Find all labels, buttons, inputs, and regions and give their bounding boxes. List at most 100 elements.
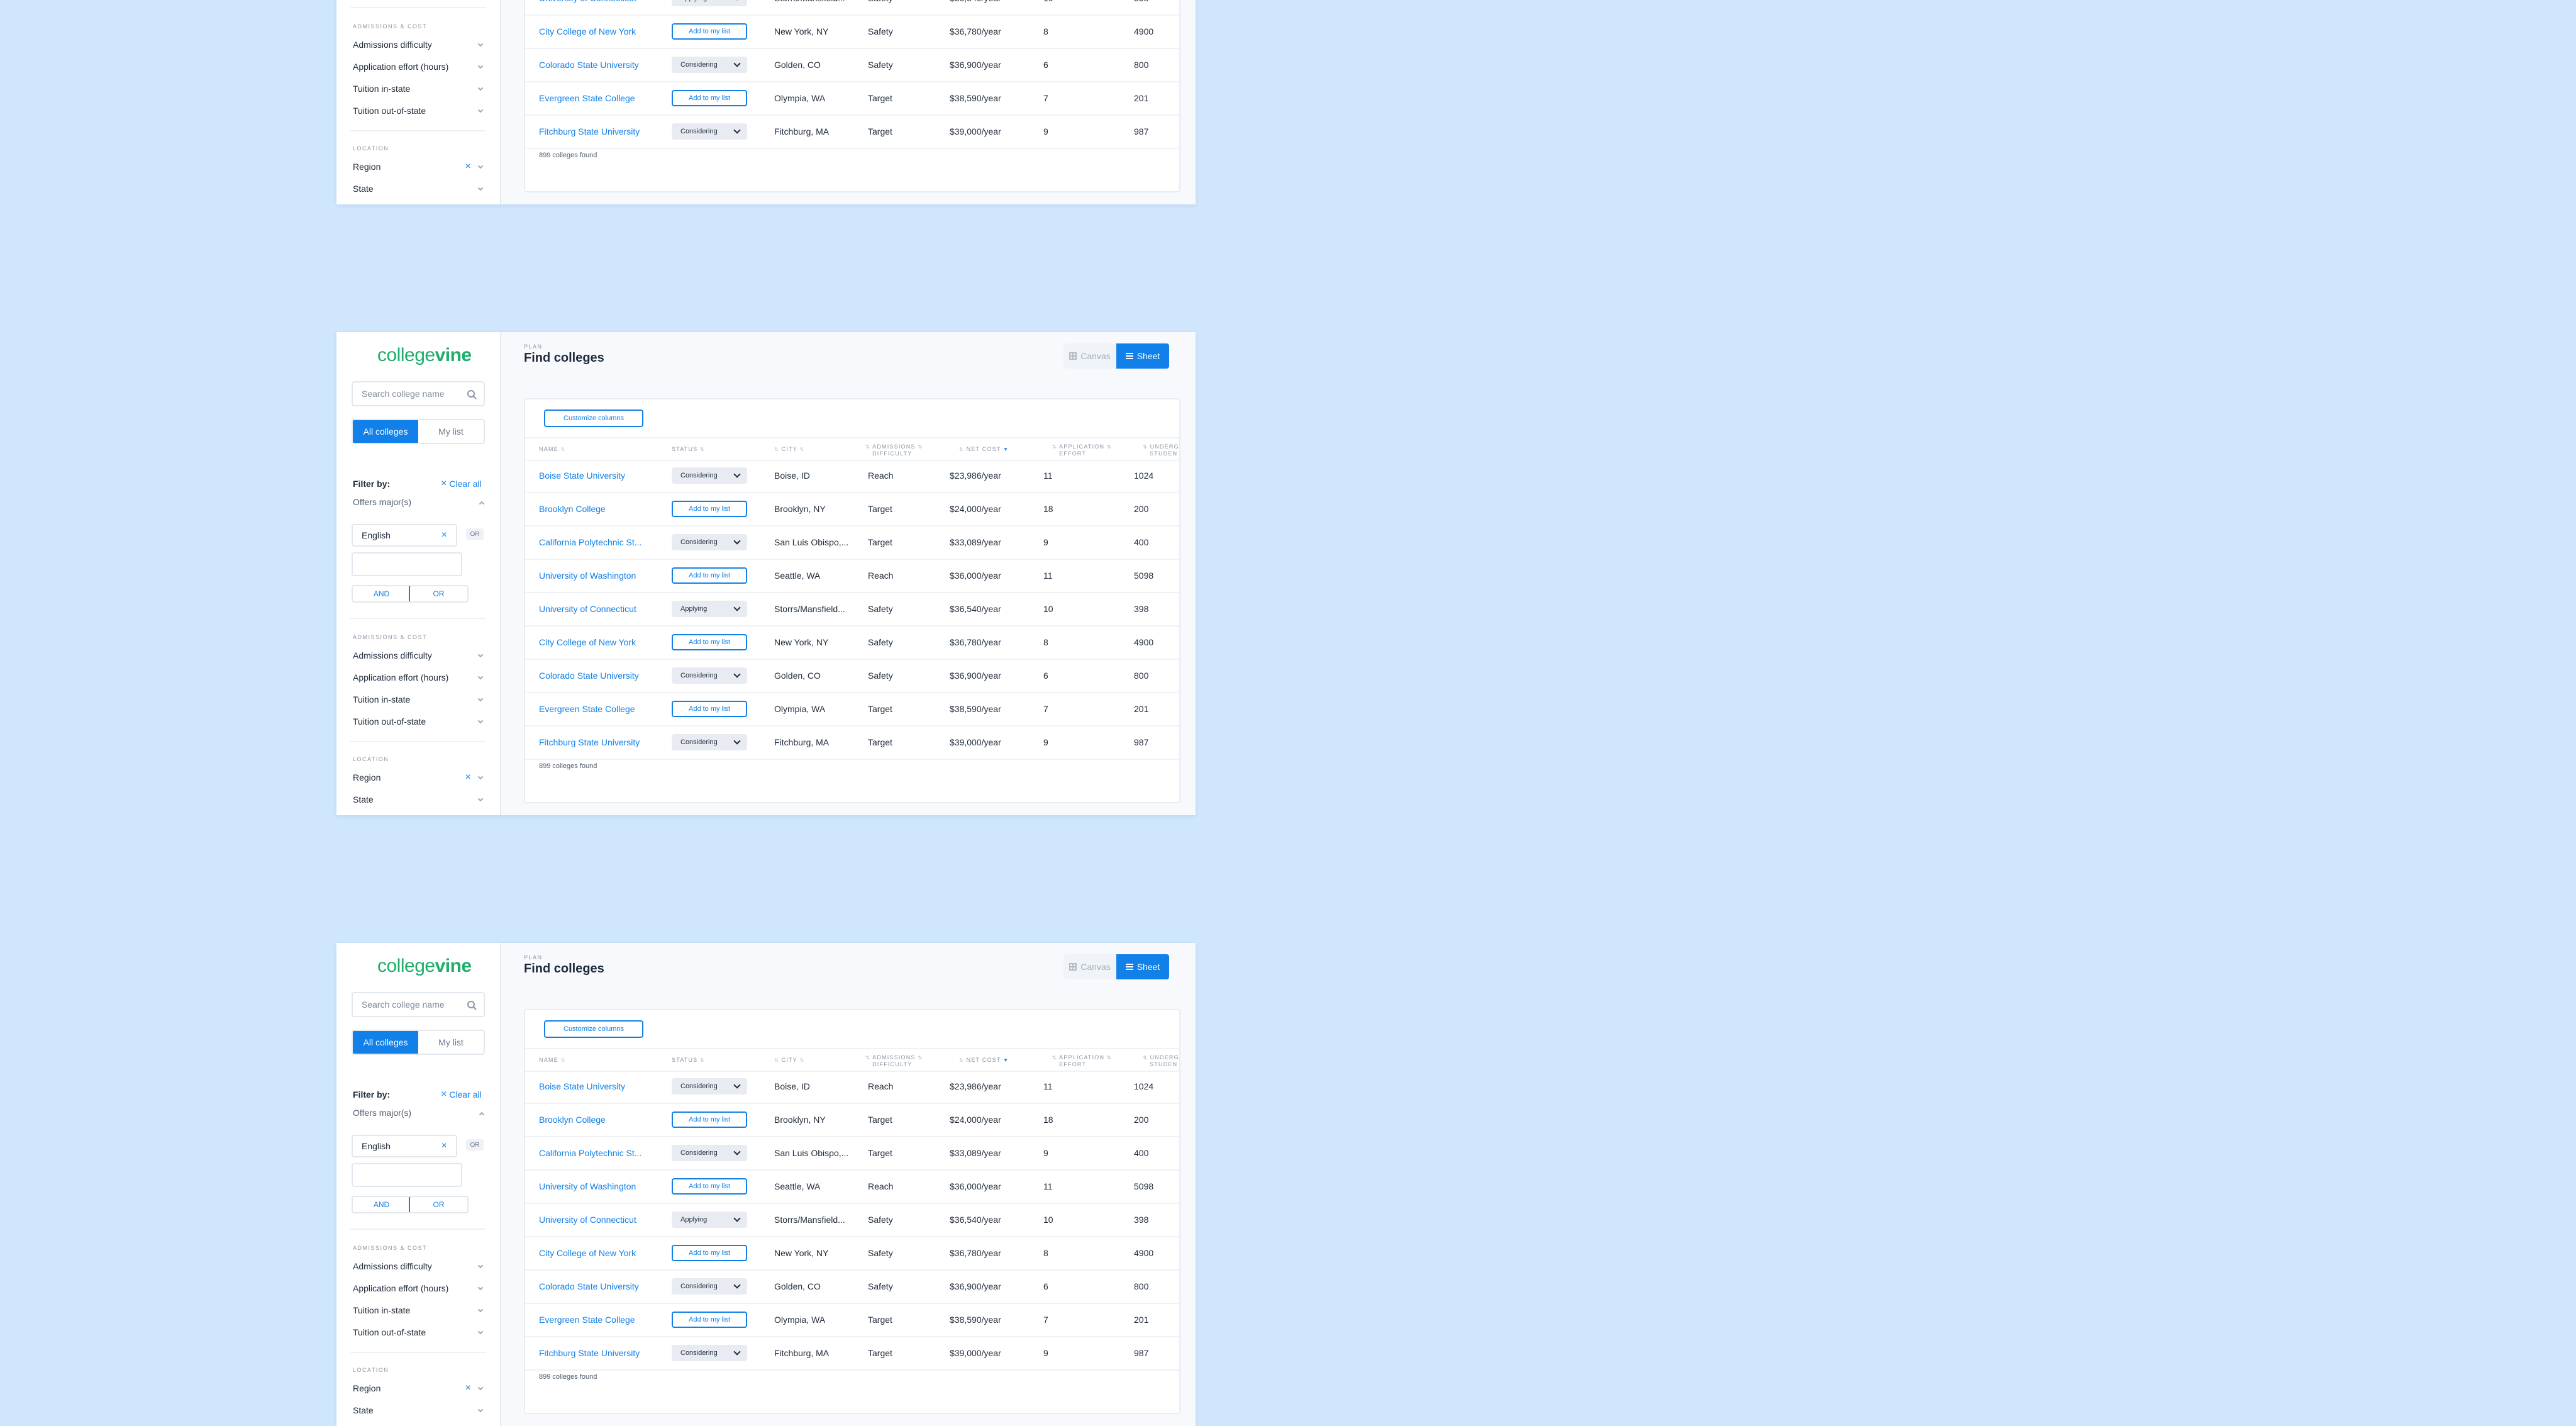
filter-admissions-difficulty[interactable]: Admissions difficulty	[353, 40, 485, 51]
status-control[interactable]: Considering	[672, 467, 747, 484]
status-control[interactable]: Add to my list	[672, 1178, 747, 1195]
remove-major-icon[interactable]: ×	[441, 1141, 447, 1151]
college-name-link[interactable]: Brooklyn College	[539, 1115, 606, 1125]
col-status[interactable]: STATUS ⇅	[672, 1057, 705, 1064]
tab-my-list[interactable]: My list	[418, 420, 484, 443]
status-control[interactable]: Considering	[672, 1345, 747, 1361]
college-name-link[interactable]: University of Washington	[539, 571, 636, 581]
sheet-view-button[interactable]: Sheet	[1116, 343, 1169, 369]
major-input[interactable]	[352, 552, 462, 576]
col-name[interactable]: NAME ⇅	[539, 1057, 565, 1064]
college-name-link[interactable]: City College of New York	[539, 26, 636, 36]
and-button[interactable]: AND	[353, 586, 410, 601]
college-name-link[interactable]: City College of New York	[539, 1248, 636, 1258]
offers-majors-filter[interactable]: Offers major(s)	[353, 497, 411, 507]
filter-tuition-in-state[interactable]: Tuition in-state	[353, 84, 485, 95]
or-button[interactable]: OR	[409, 586, 467, 601]
tab-all-colleges[interactable]: All colleges	[353, 420, 418, 443]
sheet-view-button[interactable]: Sheet	[1116, 954, 1169, 979]
col-application-effort[interactable]: ⇅ APPLICATION ⇅ EFFORT	[1052, 1054, 1112, 1068]
filter-state[interactable]: State	[353, 1405, 485, 1417]
canvas-view-button[interactable]: Canvas	[1063, 954, 1116, 979]
status-control[interactable]: Applying	[672, 0, 747, 6]
filter-state[interactable]: State	[353, 794, 485, 806]
col-admissions[interactable]: ⇅ ADMISSIONS ⇅ DIFFICULTY	[865, 1054, 923, 1068]
clear-region-icon[interactable]: ×	[465, 1383, 471, 1394]
customize-columns-button[interactable]: Customize columns	[544, 409, 643, 427]
col-city[interactable]: ⇅ CITY ⇅	[774, 446, 804, 453]
college-name-link[interactable]: Colorado State University	[539, 1281, 639, 1291]
college-name-link[interactable]: University of Connecticut	[539, 0, 636, 3]
college-name-link[interactable]: Boise State University	[539, 1081, 625, 1091]
college-name-link[interactable]: Fitchburg State University	[539, 737, 640, 747]
canvas-view-button[interactable]: Canvas	[1063, 343, 1116, 369]
status-control[interactable]: Considering	[672, 1145, 747, 1161]
status-control[interactable]: Add to my list	[672, 23, 747, 40]
college-name-link[interactable]: City College of New York	[539, 637, 636, 647]
college-name-link[interactable]: University of Washington	[539, 1181, 636, 1191]
college-name-link[interactable]: Fitchburg State University	[539, 1348, 640, 1358]
status-control[interactable]: Considering	[672, 1278, 747, 1295]
filter-admissions-difficulty[interactable]: Admissions difficulty	[353, 650, 485, 662]
status-control[interactable]: Considering	[672, 1078, 747, 1095]
and-button[interactable]: AND	[353, 1197, 410, 1212]
filter-application-effort[interactable]: Application effort (hours)	[353, 62, 485, 73]
college-name-link[interactable]: California Polytechnic St...	[539, 537, 641, 547]
status-control[interactable]: Add to my list	[672, 1111, 747, 1128]
college-name-link[interactable]: University of Connecticut	[539, 1215, 636, 1225]
col-admissions[interactable]: ⇅ ADMISSIONS ⇅ DIFFICULTY	[865, 443, 923, 457]
status-control[interactable]: Add to my list	[672, 501, 747, 517]
col-city[interactable]: ⇅ CITY ⇅	[774, 1057, 804, 1064]
filter-tuition-out-state[interactable]: Tuition out-of-state	[353, 716, 485, 728]
clear-all-button[interactable]: × Clear all	[441, 1089, 482, 1100]
status-control[interactable]: Add to my list	[672, 1245, 747, 1261]
filter-application-effort[interactable]: Application effort (hours)	[353, 672, 485, 684]
filter-region[interactable]: Region ×	[353, 1383, 485, 1395]
remove-major-icon[interactable]: ×	[441, 530, 447, 540]
filter-state[interactable]: State	[353, 184, 485, 195]
college-name-link[interactable]: University of Connecticut	[539, 604, 636, 614]
status-control[interactable]: Considering	[672, 57, 747, 73]
col-status[interactable]: STATUS ⇅	[672, 446, 705, 453]
col-net-cost[interactable]: ⇅ NET COST ▼	[959, 1057, 1009, 1064]
clear-all-button[interactable]: × Clear all	[441, 479, 482, 489]
filter-tuition-out-state[interactable]: Tuition out-of-state	[353, 106, 485, 117]
search-input[interactable]: Search college name	[352, 381, 485, 406]
status-control[interactable]: Applying	[672, 601, 747, 617]
tab-my-list[interactable]: My list	[418, 1031, 484, 1054]
tab-all-colleges[interactable]: All colleges	[353, 1031, 418, 1054]
col-undergrad-students[interactable]: ⇅ UNDERG STUDEN	[1143, 1054, 1179, 1068]
college-name-link[interactable]: Colorado State University	[539, 671, 639, 681]
col-undergrad-students[interactable]: ⇅ UNDERG STUDEN	[1143, 443, 1179, 457]
clear-region-icon[interactable]: ×	[465, 772, 471, 783]
filter-application-effort[interactable]: Application effort (hours)	[353, 1283, 485, 1295]
col-application-effort[interactable]: ⇅ APPLICATION ⇅ EFFORT	[1052, 443, 1112, 457]
col-net-cost[interactable]: ⇅ NET COST ▼	[959, 446, 1009, 453]
major-input[interactable]	[352, 1163, 462, 1187]
status-control[interactable]: Considering	[672, 534, 747, 550]
college-name-link[interactable]: Brooklyn College	[539, 504, 606, 514]
or-button[interactable]: OR	[409, 1197, 467, 1212]
status-control[interactable]: Considering	[672, 123, 747, 140]
search-input[interactable]: Search college name	[352, 992, 485, 1017]
college-name-link[interactable]: California Polytechnic St...	[539, 1148, 641, 1158]
customize-columns-button[interactable]: Customize columns	[544, 1020, 643, 1038]
college-name-link[interactable]: Boise State University	[539, 471, 625, 481]
filter-admissions-difficulty[interactable]: Admissions difficulty	[353, 1261, 485, 1273]
status-control[interactable]: Considering	[672, 734, 747, 750]
college-name-link[interactable]: Evergreen State College	[539, 704, 635, 714]
col-name[interactable]: NAME ⇅	[539, 446, 565, 453]
college-name-link[interactable]: Fitchburg State University	[539, 126, 640, 136]
status-control[interactable]: Add to my list	[672, 567, 747, 584]
status-control[interactable]: Considering	[672, 667, 747, 684]
status-control[interactable]: Applying	[672, 1212, 747, 1228]
filter-tuition-in-state[interactable]: Tuition in-state	[353, 694, 485, 706]
clear-region-icon[interactable]: ×	[465, 161, 471, 172]
chevron-up-icon[interactable]	[479, 501, 485, 507]
college-name-link[interactable]: Evergreen State College	[539, 1315, 635, 1325]
filter-tuition-in-state[interactable]: Tuition in-state	[353, 1305, 485, 1317]
college-name-link[interactable]: Evergreen State College	[539, 93, 635, 103]
chevron-up-icon[interactable]	[479, 1111, 485, 1118]
status-control[interactable]: Add to my list	[672, 1312, 747, 1328]
filter-region[interactable]: Region ×	[353, 161, 485, 173]
